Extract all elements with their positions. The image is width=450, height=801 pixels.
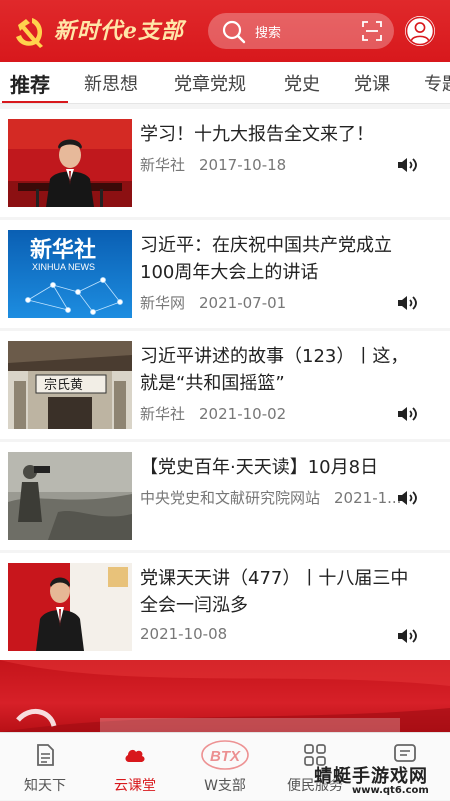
speaker-icon[interactable] — [397, 156, 419, 174]
news-date: 2017-10-18 — [199, 156, 287, 174]
search-bar[interactable]: 搜索 — [208, 13, 394, 49]
tab-new-thought[interactable]: 新思想 — [84, 70, 138, 96]
news-thumbnail — [8, 452, 132, 540]
tab-party-rules[interactable]: 党章党规 — [174, 70, 246, 96]
btx-logo-text: BTX — [210, 748, 241, 765]
news-thumbnail: 宗氏黄 — [8, 341, 132, 429]
news-source: 中央党史和文献研究院网站 — [140, 489, 321, 507]
thumb-plaque-text: 宗氏黄 — [44, 377, 83, 393]
news-meta: 中央党史和文献研究院网站 2021-1... — [140, 487, 430, 508]
nav-item-news[interactable]: 知天下 — [0, 733, 90, 801]
banner-graphic — [0, 660, 450, 732]
nav-label: W支部 — [204, 778, 246, 794]
user-avatar-button[interactable] — [405, 16, 435, 46]
speaker-icon[interactable] — [397, 627, 419, 645]
news-date: 2021-10-08 — [140, 625, 228, 643]
tab-party-lesson[interactable]: 党课 — [354, 70, 390, 96]
watermark-url: www.qt6.com — [352, 785, 429, 796]
news-thumbnail — [8, 563, 132, 651]
news-item[interactable]: 【党史百年·天天读】10月8日 中央党史和文献研究院网站 2021-1... — [0, 442, 450, 550]
nav-item-cloud-class[interactable]: 云课堂 — [90, 733, 180, 801]
news-item[interactable]: 新华社 XINHUA NEWS 习近平：在庆祝中国共产党成立100周年大会上的讲… — [0, 220, 450, 328]
app-title: 新时代e支部 — [54, 18, 184, 44]
speaker-icon[interactable] — [397, 294, 419, 312]
news-title: 学习！十九大报告全文来了！ — [140, 124, 374, 145]
active-tab-indicator — [2, 101, 68, 103]
app-header: 新时代e支部 搜索 — [0, 0, 450, 62]
document-icon — [37, 744, 54, 766]
category-tabs: 推荐 新思想 党章党规 党史 党课 专题 — [0, 62, 450, 104]
tab-recommend[interactable]: 推荐 — [10, 69, 50, 98]
news-meta: 新华社 2017-10-18 — [140, 154, 430, 175]
news-source: 新华社 — [140, 405, 186, 423]
speaker-icon[interactable] — [397, 489, 419, 507]
news-source: 新华社 — [140, 156, 186, 174]
news-meta: 新华社 2021-10-02 — [140, 403, 430, 424]
promo-banner[interactable] — [0, 660, 450, 732]
news-thumbnail: 新华社 XINHUA NEWS — [8, 230, 132, 318]
speaker-icon[interactable] — [397, 405, 419, 423]
thumb-brand-en: XINHUA NEWS — [32, 262, 95, 272]
news-title: 习近平讲述的故事（123）丨这，就是“共和国摇篮” — [140, 346, 409, 394]
nav-label: 知天下 — [24, 778, 66, 794]
news-item[interactable]: 学习！十九大报告全文来了！ 新华社 2017-10-18 — [0, 109, 450, 217]
site-watermark: 蜻蜓手游戏网 www.qt6.com — [300, 762, 450, 800]
news-item[interactable]: 党课天天讲（477）丨十八届三中全会一闫泓多 2021-10-08 — [0, 553, 450, 661]
cloud-icon — [125, 749, 145, 762]
thumb-brand-cn: 新华社 — [30, 237, 96, 263]
news-meta: 2021-10-08 — [140, 625, 430, 643]
search-icon — [222, 20, 246, 44]
nav-label: 云课堂 — [114, 778, 156, 794]
scan-icon[interactable] — [362, 21, 382, 41]
party-emblem-icon — [16, 18, 43, 48]
tab-special-topic[interactable]: 专题 — [424, 70, 450, 96]
news-meta: 新华网 2021-07-01 — [140, 292, 430, 313]
tab-party-history[interactable]: 党史 — [284, 70, 320, 96]
news-date: 2021-1... — [334, 489, 402, 507]
news-date: 2021-07-01 — [199, 294, 287, 312]
news-date: 2021-10-02 — [199, 405, 287, 423]
news-item[interactable]: 宗氏黄 习近平讲述的故事（123）丨这，就是“共和国摇篮” 新华社 2021-10… — [0, 331, 450, 439]
btx-logo-icon: BTX — [201, 740, 249, 770]
news-title: 【党史百年·天天读】10月8日 — [140, 457, 379, 478]
news-thumbnail — [8, 119, 132, 207]
news-title: 习近平：在庆祝中国共产党成立100周年大会上的讲话 — [140, 235, 392, 283]
nav-item-w-branch[interactable]: BTX W支部 — [180, 733, 270, 801]
news-source: 新华网 — [140, 294, 186, 312]
search-placeholder: 搜索 — [255, 26, 282, 41]
news-title: 党课天天讲（477）丨十八届三中全会一闫泓多 — [140, 568, 409, 616]
user-icon — [405, 16, 435, 46]
